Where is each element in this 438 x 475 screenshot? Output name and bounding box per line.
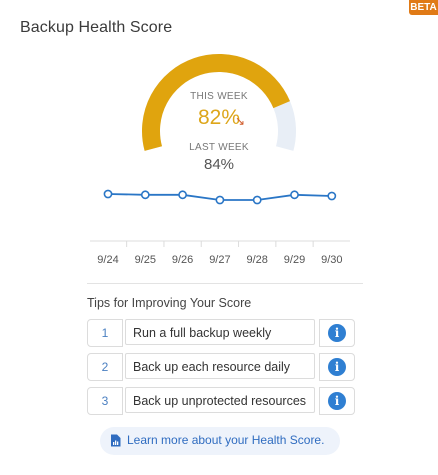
data-point[interactable] (103, 189, 113, 199)
x-tick-label: 9/26 (172, 254, 193, 266)
tip-info-button[interactable]: i (319, 387, 355, 415)
tip-text: Run a full backup weekly (125, 319, 315, 345)
document-icon (111, 434, 121, 447)
tips-title: Tips for Improving Your Score (87, 296, 252, 310)
x-tick-label: 9/27 (209, 254, 230, 266)
tip-number: 1 (87, 319, 123, 347)
info-icon: i (328, 392, 346, 410)
tip-number: 2 (87, 353, 123, 381)
data-point[interactable] (215, 195, 225, 205)
tip-text: Back up unprotected resources (125, 387, 315, 413)
data-point[interactable] (178, 190, 187, 200)
x-tick-label: 9/25 (135, 254, 156, 266)
data-point[interactable] (290, 190, 299, 200)
data-point[interactable] (140, 190, 150, 200)
x-tick-label: 9/30 (321, 254, 342, 266)
tip-text: Back up each resource daily (125, 353, 315, 379)
info-icon: i (328, 358, 346, 376)
data-point[interactable] (252, 195, 262, 205)
learn-more-label: Learn more about your Health Score. (127, 433, 325, 447)
tip-number: 3 (87, 387, 123, 415)
x-tick-label: 9/24 (97, 254, 118, 266)
tip-info-button[interactable]: i (319, 319, 355, 347)
tip-info-button[interactable]: i (319, 353, 355, 381)
data-point[interactable] (327, 191, 337, 201)
x-tick-label: 9/28 (246, 254, 267, 266)
weekly-trend-chart: 9/24 9/25 9/26 9/27 9/28 9/29 9/30 (90, 189, 350, 266)
info-icon: i (328, 324, 346, 342)
section-divider (87, 283, 363, 284)
x-tick-label: 9/29 (284, 254, 305, 266)
learn-more-link[interactable]: Learn more about your Health Score. (100, 427, 340, 455)
backup-health-card: Backup Health Score BETA THIS WEEK 82% ↘… (0, 0, 438, 475)
